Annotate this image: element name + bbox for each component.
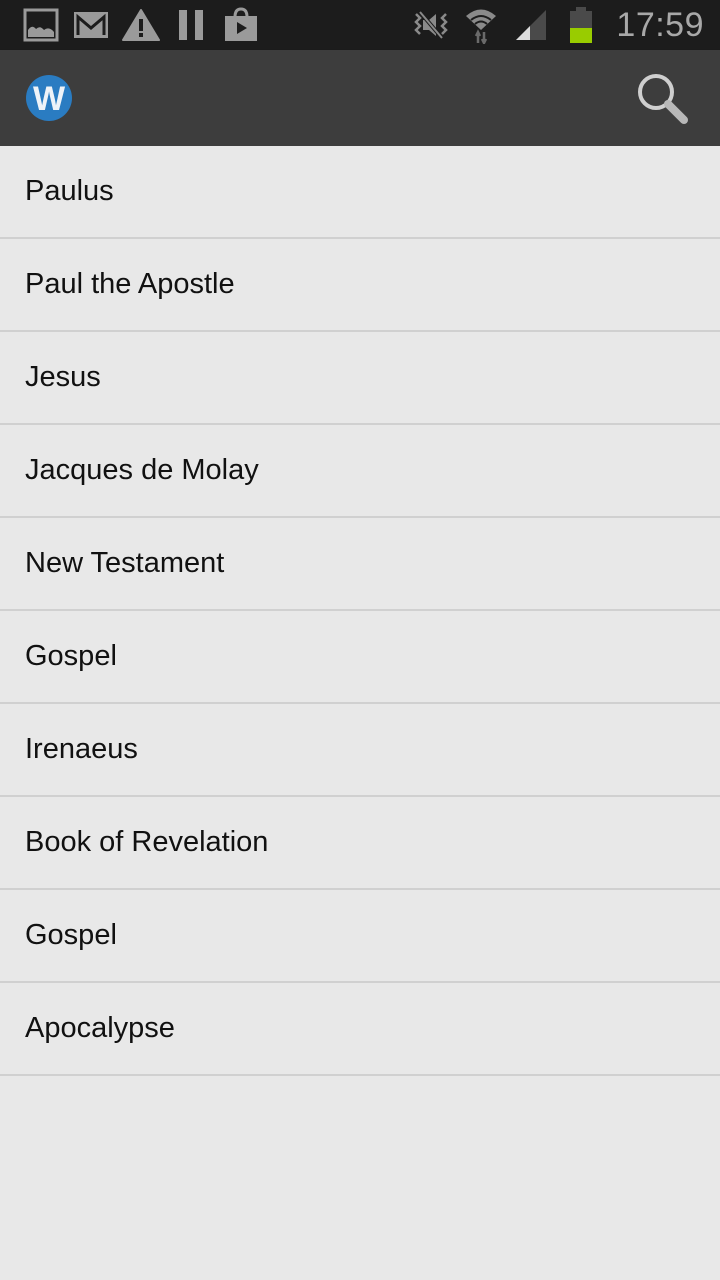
wifi-icon (462, 6, 500, 44)
app-logo-letter: W (32, 79, 66, 118)
search-button[interactable] (632, 68, 692, 128)
notification-area[interactable] (22, 6, 260, 44)
list-item[interactable]: Jacques de Molay (0, 425, 720, 518)
list-item-label: New Testament (25, 547, 225, 579)
list-item-label: Gospel (25, 919, 117, 951)
battery-icon (562, 6, 600, 44)
play-store-icon (222, 6, 260, 44)
list-item[interactable]: Jesus (0, 332, 720, 425)
list-item[interactable]: New Testament (0, 518, 720, 611)
app-logo[interactable]: W (26, 75, 72, 121)
system-tray: 17:59 (412, 6, 704, 45)
list-item-label: Irenaeus (25, 733, 138, 765)
list-item-label: Book of Revelation (25, 826, 269, 858)
gallery-icon (22, 6, 60, 44)
list-item-label: Paul the Apostle (25, 268, 235, 300)
list-item[interactable]: Paulus (0, 146, 720, 239)
list-item[interactable]: Book of Revelation (0, 797, 720, 890)
list-item[interactable]: Irenaeus (0, 704, 720, 797)
search-icon (638, 74, 688, 124)
list-item[interactable]: Gospel (0, 611, 720, 704)
list-item[interactable]: Paul the Apostle (0, 239, 720, 332)
gmail-icon (72, 6, 110, 44)
list-item-label: Apocalypse (25, 1012, 175, 1044)
pause-icon (172, 6, 210, 44)
list-item-label: Paulus (25, 175, 114, 207)
list-item[interactable]: Apocalypse (0, 983, 720, 1076)
status-bar: 17:59 (0, 0, 720, 50)
vibrate-mute-icon (412, 6, 450, 44)
signal-icon (512, 6, 550, 44)
search-results-list: Paulus Paul the Apostle Jesus Jacques de… (0, 146, 720, 1076)
clock: 17:59 (616, 5, 704, 44)
list-item[interactable]: Gospel (0, 890, 720, 983)
warning-icon (122, 6, 160, 44)
list-item-label: Gospel (25, 640, 117, 672)
list-item-label: Jesus (25, 361, 101, 393)
list-item-label: Jacques de Molay (25, 454, 259, 486)
action-bar: W (0, 50, 720, 146)
